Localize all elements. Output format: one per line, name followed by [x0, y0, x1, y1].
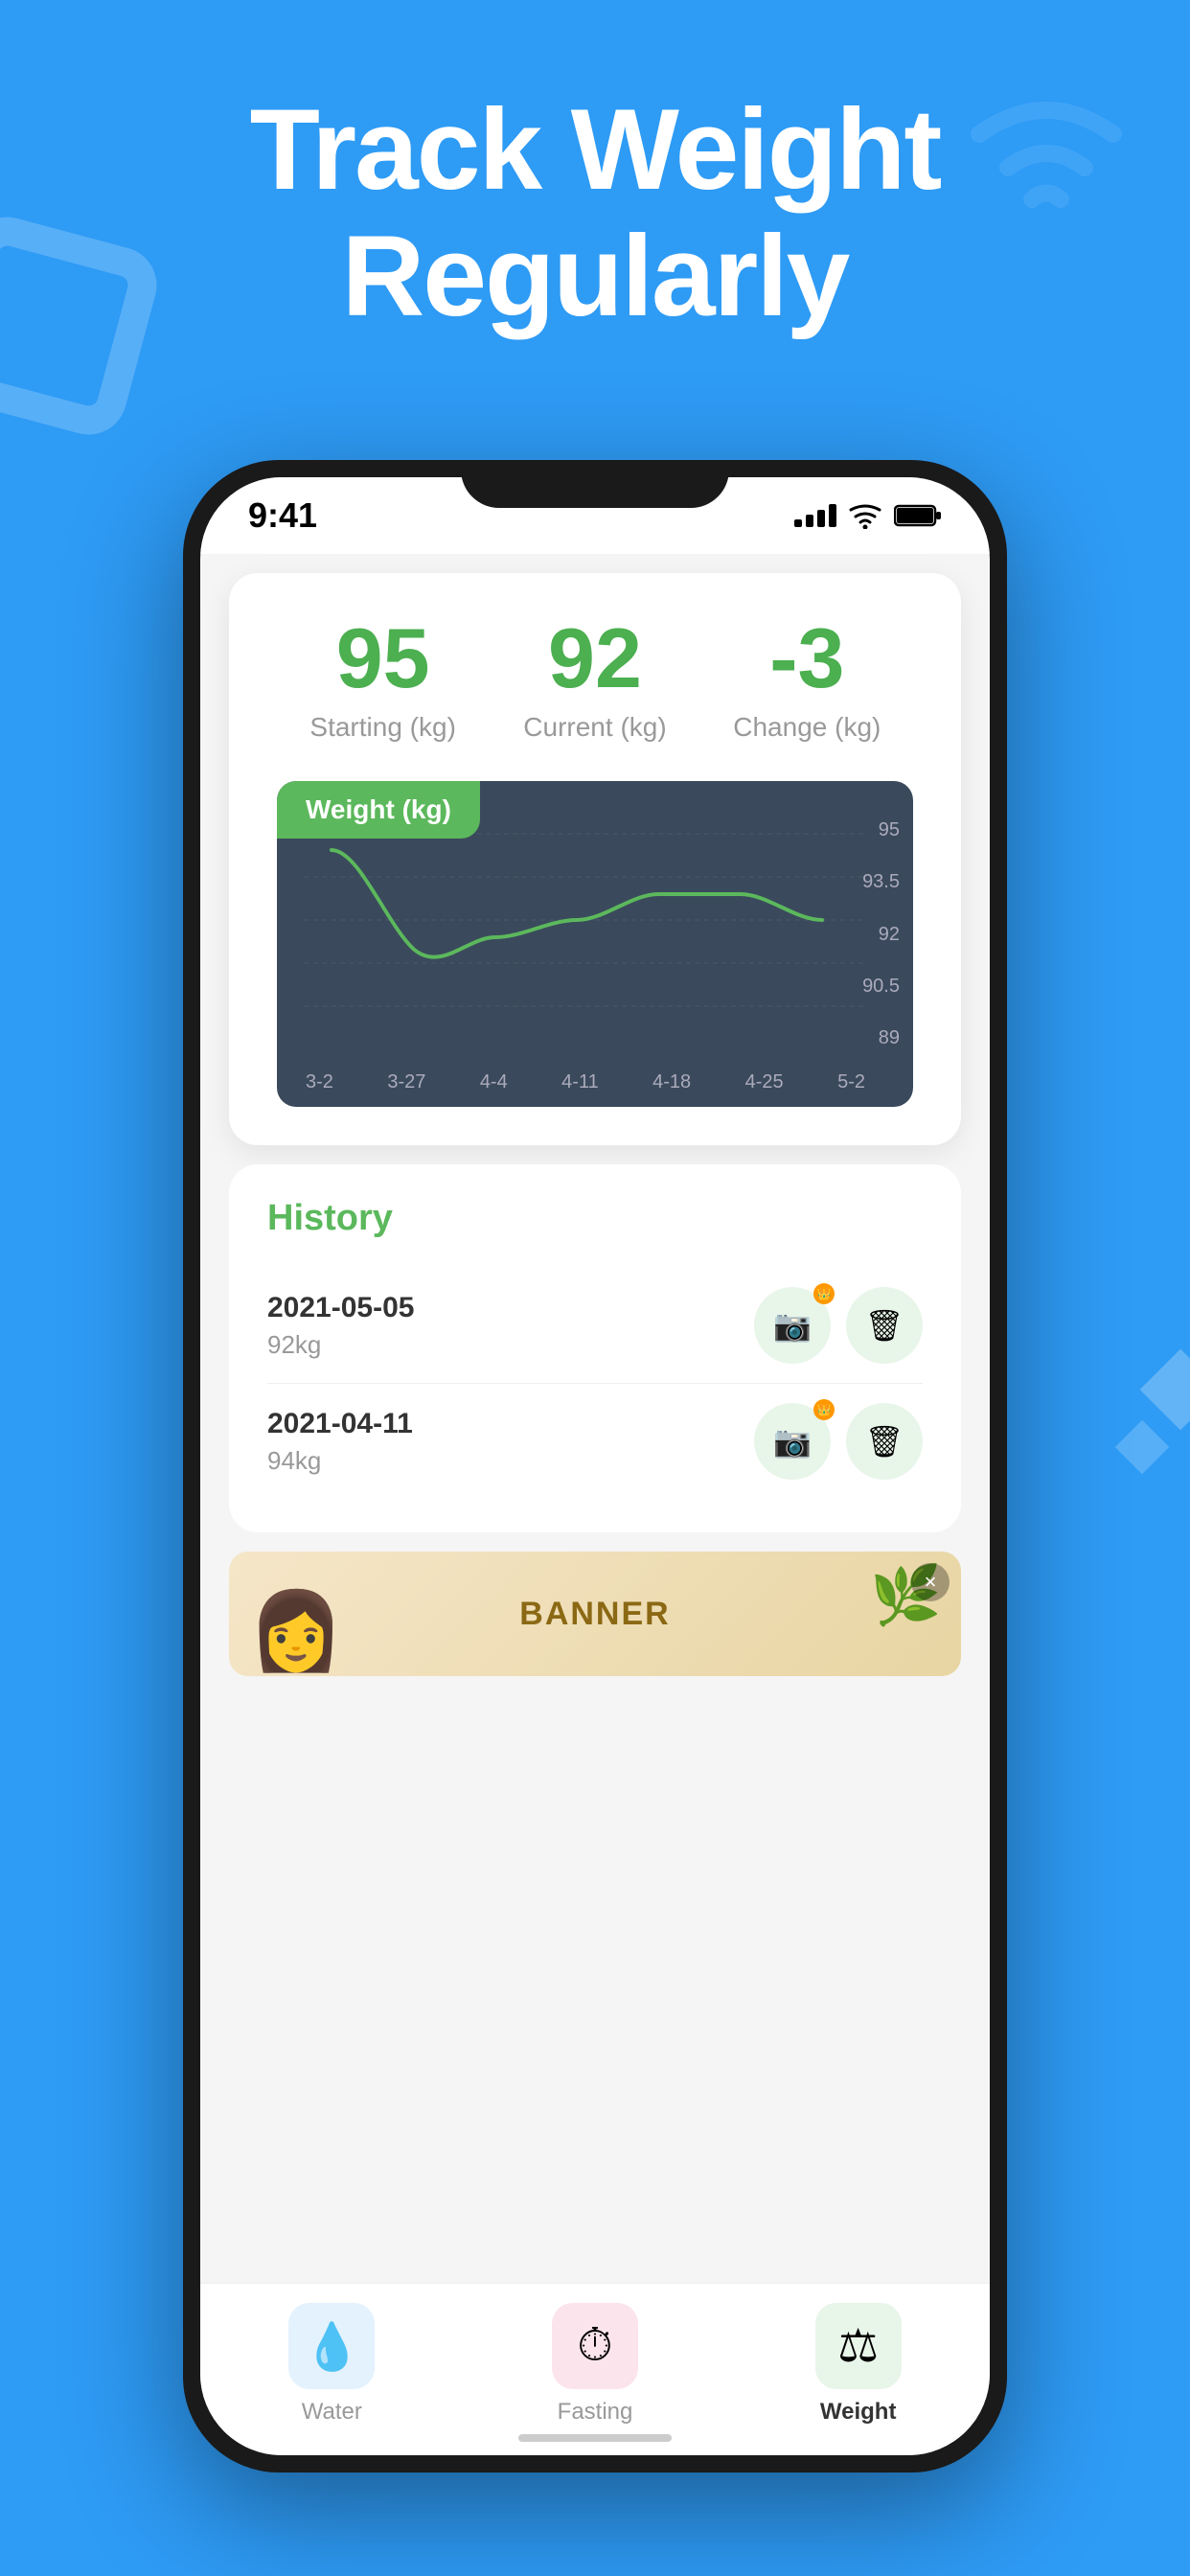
change-value: -3	[701, 616, 913, 701]
starting-label: Starting (kg)	[277, 712, 489, 743]
starting-value: 95	[277, 616, 489, 701]
y-label-92: 92	[862, 924, 900, 946]
title-area: Track Weight Regularly	[0, 86, 1190, 339]
history-weight-1: 92kg	[267, 1330, 414, 1360]
history-item-2-info: 2021-04-11 94kg	[267, 1408, 413, 1476]
stats-card: 95 Starting (kg) 92 Current (kg) -3 Chan…	[229, 573, 961, 1145]
water-icon: 💧	[303, 2319, 360, 2374]
trash-icon-2: 🗑	[865, 1423, 904, 1460]
y-label-95: 95	[862, 819, 900, 841]
battery-icon	[894, 503, 942, 528]
fasting-tab-label: Fasting	[558, 2399, 633, 2426]
history-item-1-info: 2021-05-05 92kg	[267, 1292, 414, 1360]
x-label-425: 4-25	[745, 1071, 784, 1093]
history-actions-2: 📷 👑 🗑	[754, 1403, 923, 1480]
x-label-418: 4-18	[652, 1071, 691, 1093]
chart-header: Weight (kg)	[277, 781, 480, 839]
weight-chart: Weight (kg) 95	[277, 781, 913, 1107]
badge-1: 👑	[813, 1283, 835, 1304]
bg-diamond1	[1140, 1349, 1190, 1431]
wifi-icon	[848, 502, 882, 529]
x-label-52: 5-2	[837, 1071, 865, 1093]
weight-icon: ⚖	[837, 2319, 879, 2373]
delete-button-2[interactable]: 🗑	[846, 1403, 923, 1480]
history-section: History 2021-05-05 92kg 📷 👑 🗑	[229, 1164, 961, 1532]
weight-tab-label: Weight	[820, 2399, 897, 2426]
fasting-icon: ⏱	[577, 2319, 612, 2373]
status-icons	[794, 502, 942, 529]
camera-button-1[interactable]: 📷 👑	[754, 1287, 831, 1364]
current-value: 92	[489, 616, 700, 701]
y-label-905: 90.5	[862, 976, 900, 998]
history-item-2: 2021-04-11 94kg 📷 👑 🗑	[267, 1384, 923, 1499]
x-label-44: 4-4	[480, 1071, 508, 1093]
history-title: History	[267, 1198, 923, 1239]
x-label-32: 3-2	[306, 1071, 333, 1093]
stat-change: -3 Change (kg)	[701, 616, 913, 743]
chart-title: Weight (kg)	[306, 794, 451, 824]
camera-icon-1: 📷	[773, 1307, 812, 1344]
signal-icon	[794, 504, 836, 527]
x-label-327: 3-27	[387, 1071, 425, 1093]
phone-notch	[461, 460, 729, 508]
banner-text: BANNER	[519, 1596, 670, 1633]
badge-2: 👑	[813, 1399, 835, 1420]
title-line1: Track Weight	[250, 85, 941, 214]
history-date-2: 2021-04-11	[267, 1408, 413, 1440]
history-weight-2: 94kg	[267, 1446, 413, 1476]
title-line2: Regularly	[342, 212, 849, 340]
weight-tab-icon: ⚖	[815, 2303, 902, 2389]
banner-girl-icon: 👩	[248, 1586, 344, 1676]
tab-fasting[interactable]: ⏱ Fasting	[464, 2303, 727, 2426]
phone-screen: 9:41	[200, 477, 990, 2455]
fasting-tab-icon: ⏱	[552, 2303, 638, 2389]
trash-icon-1: 🗑	[865, 1307, 904, 1344]
page-title: Track Weight Regularly	[77, 86, 1113, 339]
water-tab-icon: 💧	[288, 2303, 375, 2389]
current-label: Current (kg)	[489, 712, 700, 743]
camera-icon-2: 📷	[773, 1423, 812, 1460]
y-label-89: 89	[862, 1027, 900, 1049]
delete-button-1[interactable]: 🗑	[846, 1287, 923, 1364]
home-indicator	[518, 2434, 672, 2442]
water-tab-label: Water	[302, 2399, 362, 2426]
x-label-411: 4-11	[561, 1071, 599, 1093]
stat-starting: 95 Starting (kg)	[277, 616, 489, 743]
y-axis-labels: 95 93.5 92 90.5 89	[862, 819, 900, 1049]
tab-water[interactable]: 💧 Water	[200, 2303, 464, 2426]
tab-weight[interactable]: ⚖ Weight	[726, 2303, 990, 2426]
close-icon: ×	[925, 1570, 937, 1595]
change-label: Change (kg)	[701, 712, 913, 743]
history-date-1: 2021-05-05	[267, 1292, 414, 1324]
x-axis-labels: 3-2 3-27 4-4 4-11 4-18 4-25 5-2	[306, 1071, 865, 1093]
phone-frame: 9:41	[183, 460, 1007, 2472]
status-time: 9:41	[248, 495, 317, 536]
banner: 👩 BANNER 🌿 ×	[229, 1552, 961, 1676]
history-item-1: 2021-05-05 92kg 📷 👑 🗑	[267, 1268, 923, 1384]
stat-current: 92 Current (kg)	[489, 616, 700, 743]
history-actions-1: 📷 👑 🗑	[754, 1287, 923, 1364]
banner-close-button[interactable]: ×	[911, 1563, 950, 1601]
stats-row: 95 Starting (kg) 92 Current (kg) -3 Chan…	[277, 616, 913, 743]
bg-diamond2	[1115, 1420, 1170, 1475]
camera-button-2[interactable]: 📷 👑	[754, 1403, 831, 1480]
y-label-935: 93.5	[862, 871, 900, 893]
tab-bar: 💧 Water ⏱ Fasting ⚖ Weight	[200, 2283, 990, 2455]
